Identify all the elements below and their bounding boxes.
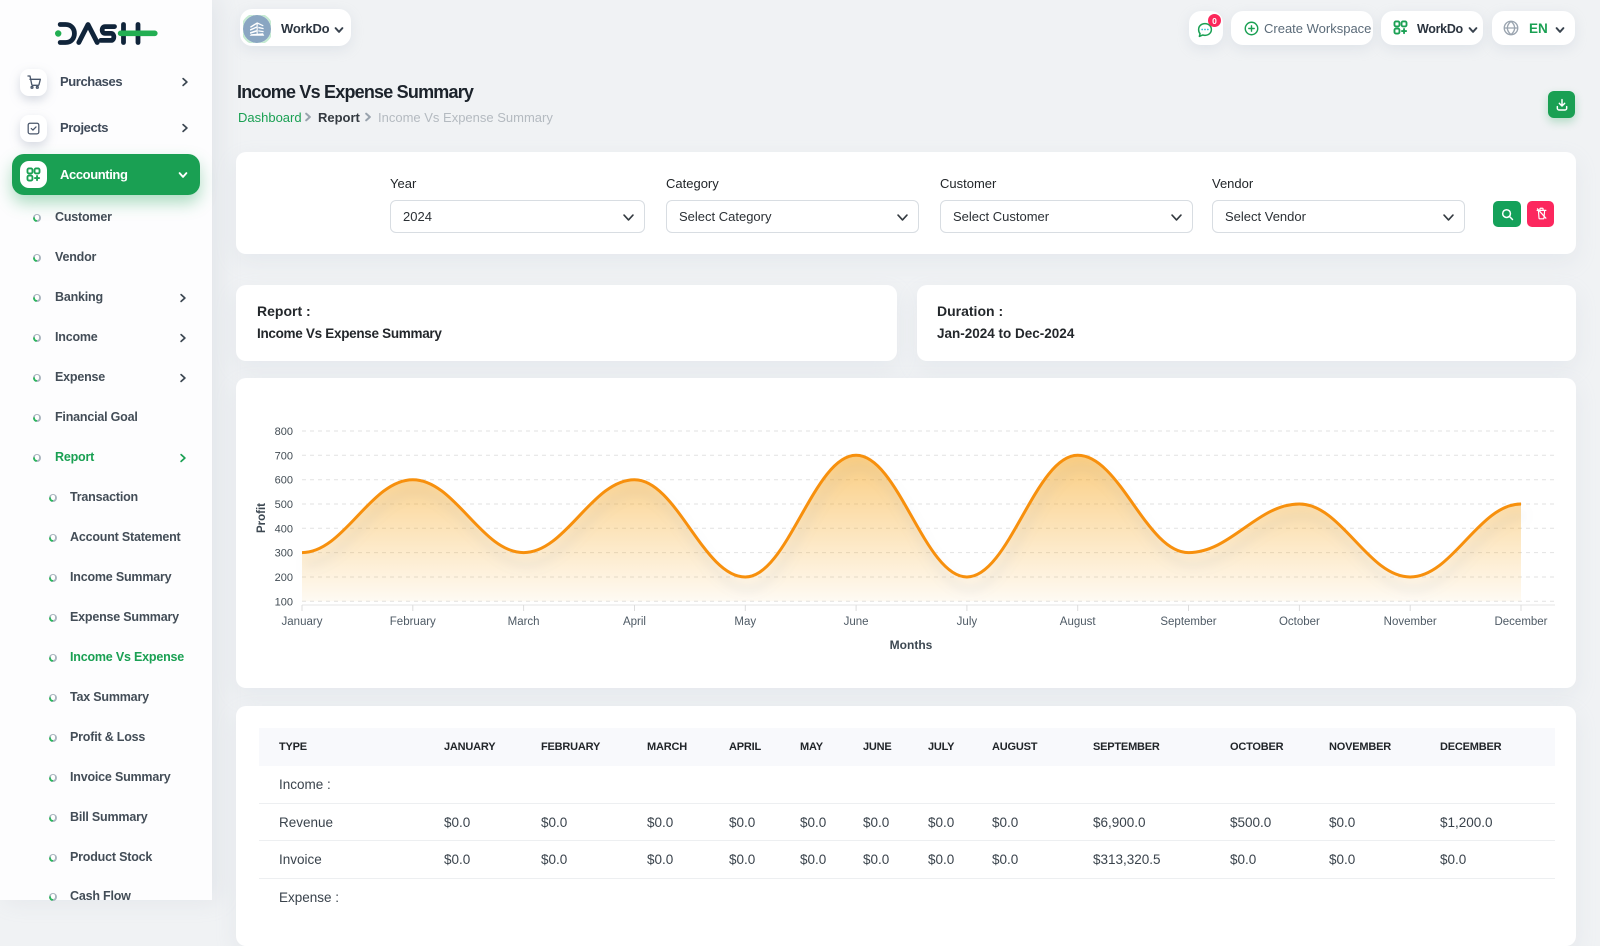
svg-text:February: February [390, 616, 436, 628]
svg-text:January: January [282, 616, 323, 628]
svg-text:Profit: Profit [256, 503, 268, 533]
svg-text:800: 800 [275, 426, 293, 438]
svg-text:600: 600 [275, 475, 293, 487]
svg-text:May: May [734, 616, 756, 628]
svg-text:700: 700 [275, 450, 293, 462]
svg-text:November: November [1384, 616, 1437, 628]
svg-text:100: 100 [275, 596, 293, 608]
svg-text:Months: Months [890, 638, 933, 652]
svg-text:December: December [1494, 616, 1547, 628]
svg-text:March: March [508, 616, 540, 628]
svg-text:April: April [623, 616, 646, 628]
svg-text:400: 400 [275, 523, 293, 535]
svg-text:300: 300 [275, 548, 293, 560]
svg-text:500: 500 [275, 499, 293, 511]
svg-text:October: October [1279, 616, 1320, 628]
svg-text:September: September [1160, 616, 1216, 628]
svg-text:August: August [1060, 616, 1097, 628]
svg-text:June: June [844, 616, 869, 628]
svg-text:July: July [957, 616, 978, 628]
svg-text:200: 200 [275, 572, 293, 584]
